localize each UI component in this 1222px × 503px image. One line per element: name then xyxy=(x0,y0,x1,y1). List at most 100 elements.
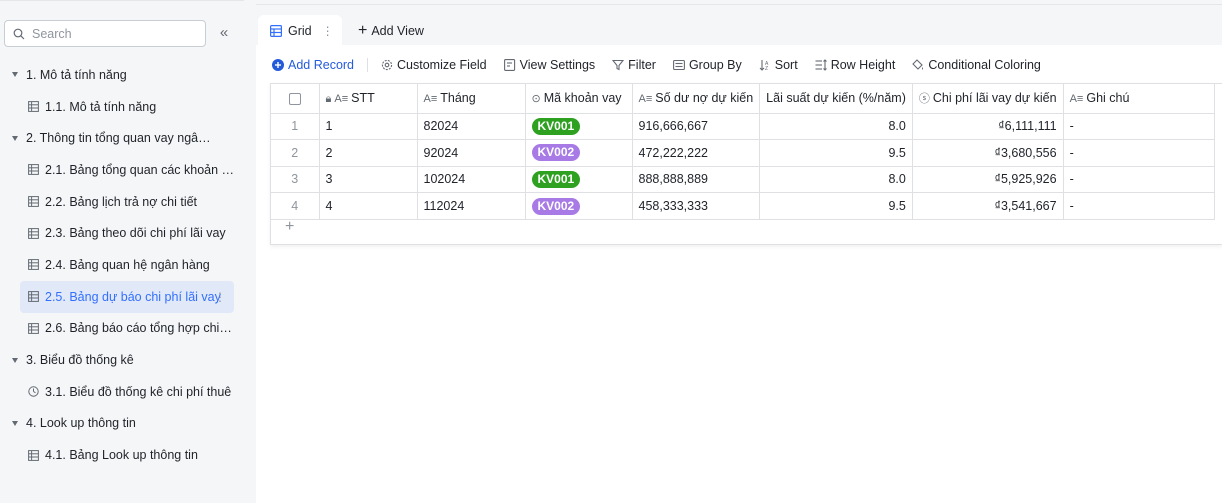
cell-so-du-no[interactable]: 472,222,222 xyxy=(632,139,761,167)
collapse-sidebar-button[interactable]: « xyxy=(216,25,232,42)
plus-circle-icon xyxy=(272,59,284,71)
loan-code-tag: KV001 xyxy=(531,117,581,135)
conditional-coloring-label: Conditional Coloring xyxy=(928,58,1041,72)
sidebar-item-3-1[interactable]: 3.1. Biểu đồ thống kê chi phí thuê xyxy=(0,376,244,408)
row-number: 4 xyxy=(271,192,320,220)
cell-chi-phi[interactable]: ₫5,925,926 xyxy=(912,166,1064,194)
text-field-icon: A≡ xyxy=(334,92,349,105)
cell-stt[interactable]: 3 xyxy=(319,166,418,194)
sidebar-item-2-4[interactable]: 2.4. Bảng quan hệ ngân hàng xyxy=(0,249,244,281)
cell-so-du-no[interactable]: 916,666,667 xyxy=(632,113,761,141)
row-height-label: Row Height xyxy=(830,58,896,72)
group-by-label: Group By xyxy=(688,58,742,72)
text-field-icon: A≡ xyxy=(638,93,653,106)
cell-thang[interactable]: 102024 xyxy=(417,166,526,194)
cell-ma-khoan-vay[interactable]: KV002 xyxy=(525,192,633,220)
cell-lai-suat[interactable]: 9.5 xyxy=(759,139,913,167)
row-height-button[interactable]: Row Height xyxy=(815,58,896,72)
cell-ghi-chu[interactable]: - xyxy=(1063,139,1215,167)
caret-down-icon xyxy=(12,135,18,141)
sidebar-item-2-3[interactable]: 2.3. Bảng theo dõi chi phí lãi vay xyxy=(0,217,244,249)
search-input[interactable] xyxy=(32,26,182,41)
sidebar-group-4[interactable]: 4. Look up thông tin xyxy=(0,408,244,440)
row-number: 2 xyxy=(271,139,320,167)
view-bar: Grid ⋮ + Add View xyxy=(256,5,1222,47)
column-header-stt[interactable]: 🔒︎ A≡ STT xyxy=(319,84,418,114)
grid-table-icon xyxy=(28,101,39,112)
sidebar-item-2-6[interactable]: 2.6. Bảng báo cáo tổng hợp chi p... xyxy=(0,313,244,345)
cell-chi-phi[interactable]: ₫3,680,556 xyxy=(912,139,1064,167)
table-row[interactable]: 4 4 112024 KV002 458,333,333 9.5 ₫3,541,667- xyxy=(271,192,1215,220)
tab-grid-label: Grid xyxy=(288,24,312,38)
cell-ma-khoan-vay[interactable]: KV001 xyxy=(525,166,633,194)
cell-thang[interactable]: 82024 xyxy=(417,113,526,141)
sidebar-item-label: 4.1. Bảng Look up thông tin xyxy=(45,448,198,463)
sidebar-item-label: 2.5. Bảng dự báo chi phí lãi vay xyxy=(45,289,221,304)
cell-stt[interactable]: 1 xyxy=(319,113,418,141)
sidebar-item-1-1[interactable]: 1.1. Mô tả tính năng xyxy=(0,91,244,123)
column-header-chi-phi[interactable]: ⓢ Chi phí lãi vay dự kiến xyxy=(912,84,1064,114)
cell-lai-suat[interactable]: 9.5 xyxy=(759,192,913,220)
sidebar-group-3[interactable]: 3. Biểu đồ thống kê xyxy=(0,344,244,376)
cell-ghi-chu[interactable]: - xyxy=(1063,166,1215,194)
sidebar-item-label: 1.1. Mô tả tính năng xyxy=(45,99,157,114)
cell-ma-khoan-vay[interactable]: KV002 xyxy=(525,139,633,167)
add-record-label: Add Record xyxy=(288,58,355,72)
group-by-button[interactable]: Group By xyxy=(672,58,742,72)
column-header-thang[interactable]: A≡ Tháng xyxy=(417,84,526,114)
sidebar: « 1. Mô tả tính năng 1.1. Mô tả tính năng… xyxy=(0,0,244,503)
sort-button[interactable]: AZ Sort xyxy=(759,58,798,72)
more-icon[interactable]: ⋮ xyxy=(214,290,226,304)
filter-button[interactable]: Filter xyxy=(612,58,656,72)
add-record-button[interactable]: Add Record xyxy=(272,58,354,72)
caret-down-icon xyxy=(12,420,18,426)
column-header-ghi-chu[interactable]: A≡ Ghi chú xyxy=(1063,84,1215,114)
search-box[interactable] xyxy=(4,20,206,47)
caret-down-icon xyxy=(12,72,18,78)
view-settings-button[interactable]: View Settings xyxy=(503,58,595,72)
cell-lai-suat[interactable]: 8.0 xyxy=(759,113,913,141)
svg-text:Z: Z xyxy=(765,66,768,71)
cell-lai-suat[interactable]: 8.0 xyxy=(759,166,913,194)
cell-thang[interactable]: 112024 xyxy=(417,192,526,220)
currency-icon: ⓢ xyxy=(918,93,930,106)
cell-chi-phi[interactable]: ₫6,111,111 xyxy=(912,113,1064,141)
group-icon xyxy=(672,59,685,71)
toolbar-divider xyxy=(367,58,369,72)
cell-stt[interactable]: 4 xyxy=(319,192,418,220)
column-header-lai-suat[interactable]: Lãi suất dự kiến (%/năm) xyxy=(759,84,913,114)
sidebar-item-2-5[interactable]: 2.5. Bảng dự báo chi phí lãi vay ⋮ xyxy=(20,280,234,313)
cell-so-du-no[interactable]: 888,888,889 xyxy=(632,166,761,194)
cell-stt[interactable]: 2 xyxy=(319,139,418,167)
sidebar-group-label: 4. Look up thông tin xyxy=(26,416,136,431)
table-row[interactable]: 3 3 102024 KV001 888,888,889 8.0 ₫5,925,926- xyxy=(271,166,1215,194)
cell-thang[interactable]: 92024 xyxy=(417,139,526,167)
select-all-checkbox[interactable] xyxy=(271,84,320,114)
customize-field-label: Customize Field xyxy=(397,58,487,72)
cell-ghi-chu[interactable]: - xyxy=(1063,192,1215,220)
cell-chi-phi[interactable]: ₫3,541,667 xyxy=(912,192,1064,220)
conditional-coloring-button[interactable]: Conditional Coloring xyxy=(912,58,1041,72)
tab-more-icon[interactable]: ⋮ xyxy=(322,24,334,38)
cell-ma-khoan-vay[interactable]: KV001 xyxy=(525,113,633,141)
column-header-ma-khoan-vay[interactable]: ⊙ Mã khoản vay xyxy=(525,84,633,114)
sidebar-item-2-2[interactable]: 2.2. Bảng lịch trả nợ chi tiết xyxy=(0,186,244,218)
dashboard-icon xyxy=(28,386,39,397)
table-row[interactable]: 2 2 92024 KV002 472,222,222 9.5 ₫3,680,556- xyxy=(271,139,1215,167)
cell-so-du-no[interactable]: 458,333,333 xyxy=(632,192,761,220)
sidebar-item-label: 2.1. Bảng tổng quan các khoản vay xyxy=(45,162,235,177)
sidebar-group-label: 1. Mô tả tính năng xyxy=(26,67,127,82)
table-row[interactable]: 1 1 82024 KV001 916,666,667 8.0 ₫6,111,111- xyxy=(271,113,1215,141)
add-view-button[interactable]: + Add View xyxy=(358,23,424,39)
sidebar-group-1[interactable]: 1. Mô tả tính năng xyxy=(0,59,244,91)
lock-icon: 🔒︎ xyxy=(325,92,332,105)
tab-grid[interactable]: Grid ⋮ xyxy=(258,15,342,47)
sidebar-group-2[interactable]: 2. Thông tin tổng quan vay ngân hàng xyxy=(0,122,244,154)
settings-doc-icon xyxy=(503,59,515,71)
customize-field-button[interactable]: Customize Field xyxy=(381,58,487,72)
sidebar-item-2-1[interactable]: 2.1. Bảng tổng quan các khoản vay xyxy=(0,154,244,186)
sidebar-item-4-1[interactable]: 4.1. Bảng Look up thông tin xyxy=(0,439,244,471)
column-header-so-du-no[interactable]: A≡ Số dư nợ dự kiến xyxy=(632,84,761,114)
cell-ghi-chu[interactable]: - xyxy=(1063,113,1215,141)
add-row-button[interactable]: + xyxy=(285,218,294,236)
